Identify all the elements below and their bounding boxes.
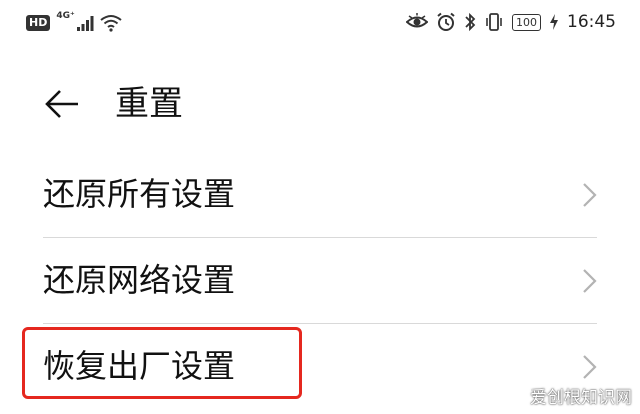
menu-item-reset-all-settings[interactable]: 还原所有设置 [0,152,640,237]
page-header: 重置 [0,78,640,128]
back-button[interactable] [40,82,84,126]
status-clock: 16:45 [567,12,616,32]
eye-icon [406,13,428,28]
status-bar: HD 4G⁺ 100 16:45 [0,0,640,54]
hd-badge: HD [26,15,51,31]
charging-icon [550,14,558,30]
reset-menu-list: 还原所有设置 还原网络设置 恢复出厂设置 [0,152,640,409]
chevron-right-icon [583,355,597,379]
status-bar-right: 100 16:45 [406,12,616,32]
signal-icon [76,16,94,31]
arrow-left-icon [45,90,78,118]
vibrate-icon [486,13,502,31]
wifi-icon [100,15,122,32]
menu-item-reset-network-settings[interactable]: 还原网络设置 [0,238,640,323]
battery-indicator: 100 [512,13,541,31]
network-type-label: 4G⁺ [56,11,75,21]
alarm-icon [437,12,455,31]
menu-item-label: 还原所有设置 [43,175,236,213]
menu-item-label: 恢复出厂设置 [43,347,236,385]
chevron-right-icon [583,269,597,293]
page-title: 重置 [115,84,183,124]
watermark: 爱创根知识网 [530,388,632,408]
chevron-right-icon [583,183,597,207]
bluetooth-icon [465,12,476,32]
status-bar-left: HD 4G⁺ [26,11,122,32]
menu-item-label: 还原网络设置 [43,261,236,299]
